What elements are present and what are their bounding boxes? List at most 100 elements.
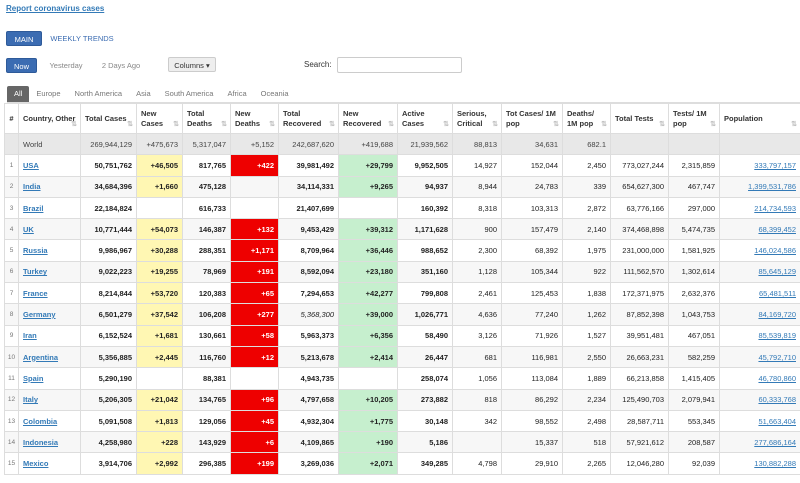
table-row: 1 USA 50,751,762 +46,505 817,765 +422 39,981,4…: [4, 154, 800, 177]
cell-new-recovered: +39,312: [338, 218, 398, 241]
weekly-trends-tab[interactable]: WEEKLY TRENDS: [48, 31, 116, 46]
cell-total-cases: 6,501,279: [80, 303, 137, 326]
now-button[interactable]: Now: [6, 58, 37, 73]
country-link[interactable]: India: [23, 182, 41, 191]
cell-active-cases: 5,186: [397, 431, 453, 454]
cell-country-other[interactable]: Spain: [18, 367, 81, 390]
cell-tot-cases-1m-pop: 105,344: [501, 260, 563, 284]
country-link[interactable]: Germany: [23, 310, 56, 319]
column-header[interactable]: New Recovered ⇅: [338, 103, 398, 134]
cell-country-other[interactable]: Argentina: [18, 345, 81, 369]
table-row: 7 France 8,214,844 +53,720 120,383 +65 7,294,6…: [4, 282, 800, 305]
two-days-ago-button[interactable]: 2 Days Ago: [97, 58, 145, 73]
region-tab-europe[interactable]: Europe: [29, 86, 67, 102]
column-header[interactable]: Tot Cases/ 1M pop ⇅: [501, 103, 563, 134]
cell-country-other[interactable]: USA: [18, 154, 81, 177]
cell-country-other[interactable]: Italy: [18, 388, 81, 411]
column-header[interactable]: Total Deaths ⇅: [182, 103, 231, 134]
cell-serious-critical: 681: [452, 345, 502, 369]
country-link[interactable]: Argentina: [23, 353, 58, 362]
cell-tot-cases-1m-pop: 68,392: [501, 239, 563, 262]
main-tab-button[interactable]: MAIN: [6, 31, 42, 46]
country-link[interactable]: Indonesia: [23, 438, 58, 447]
column-header[interactable]: Total Cases ⇅: [80, 103, 137, 134]
cell-active-cases: 799,808: [397, 282, 453, 305]
cell-new-deaths: +277: [230, 303, 279, 326]
country-link[interactable]: USA: [23, 161, 39, 170]
country-link[interactable]: UK: [23, 225, 34, 234]
cell-country-other[interactable]: Indonesia: [18, 431, 81, 454]
cell-new-deaths: +65: [230, 282, 279, 305]
cell-active-cases: 351,160: [397, 260, 453, 284]
country-link[interactable]: Italy: [23, 395, 38, 404]
cell-deaths-1m-pop: 1,527: [562, 324, 611, 347]
cell-country-other[interactable]: France: [18, 282, 81, 305]
column-header[interactable]: #: [4, 103, 19, 134]
region-tab-south-america[interactable]: South America: [158, 86, 221, 102]
cell-country-other[interactable]: India: [18, 175, 81, 198]
cell-new-cases: +2,992: [136, 452, 183, 475]
country-link[interactable]: Brazil: [23, 204, 43, 213]
region-tab-all[interactable]: All: [7, 86, 30, 102]
yesterday-button[interactable]: Yesterday: [43, 58, 89, 73]
cell-country-other[interactable]: Iran: [18, 324, 81, 347]
cell-serious-critical: [452, 431, 502, 454]
cell-tot-cases-1m-pop: 98,552: [501, 409, 563, 433]
column-header[interactable]: Total Recovered ⇅: [278, 103, 339, 134]
column-header[interactable]: Serious, Critical ⇅: [452, 103, 502, 134]
country-link[interactable]: France: [23, 289, 48, 298]
cell-country-other[interactable]: Russia: [18, 239, 81, 262]
column-header[interactable]: New Cases ⇅: [136, 103, 183, 134]
columns-dropdown[interactable]: Columns ▾: [168, 57, 216, 72]
column-header[interactable]: Population ⇅: [719, 103, 800, 134]
sort-icon: ⇅: [492, 121, 498, 128]
column-header[interactable]: Total Tests ⇅: [610, 103, 669, 134]
cell-population: 60,333,768: [719, 388, 800, 411]
country-link[interactable]: Russia: [23, 246, 48, 255]
cell-total-deaths: 5,317,047: [182, 132, 231, 156]
table-row: 3 Brazil 22,184,824 616,733 21,407,699 160,39…: [4, 196, 800, 220]
region-tab-oceania[interactable]: Oceania: [254, 86, 296, 102]
country-link[interactable]: Turkey: [23, 267, 47, 276]
cell-country-other[interactable]: Germany: [18, 303, 81, 326]
cell-active-cases: 349,285: [397, 452, 453, 475]
cell-total-tests: 111,562,570: [610, 260, 669, 284]
cell-deaths-1m-pop: 1,975: [562, 239, 611, 262]
cell-tests-1m-pop: 2,315,859: [668, 154, 720, 177]
cell-new-recovered: +6,356: [338, 324, 398, 347]
cell-country-other[interactable]: Turkey: [18, 260, 81, 284]
column-header[interactable]: Tests/ 1M pop ⇅: [668, 103, 720, 134]
search-input[interactable]: [337, 57, 462, 73]
cell-country-other: World: [18, 132, 81, 156]
region-tab-asia[interactable]: Asia: [129, 86, 158, 102]
column-header[interactable]: Deaths/ 1M pop ⇅: [562, 103, 611, 134]
cell-: [4, 132, 19, 156]
cell-deaths-1m-pop: 1,838: [562, 282, 611, 305]
cell-total-recovered: 21,407,699: [278, 196, 339, 220]
column-header[interactable]: Active Cases ⇅: [397, 103, 453, 134]
report-cases-link[interactable]: Report coronavirus cases: [6, 4, 104, 13]
cell-active-cases: 21,939,562: [397, 132, 453, 156]
country-link[interactable]: Colombia: [23, 417, 57, 426]
cell-total-deaths: 616,733: [182, 196, 231, 220]
column-header[interactable]: New Deaths ⇅: [230, 103, 279, 134]
cell-new-cases: +19,255: [136, 260, 183, 284]
region-tab-africa[interactable]: Africa: [220, 86, 253, 102]
sort-icon: ⇅: [791, 121, 797, 128]
country-link[interactable]: Iran: [23, 331, 37, 340]
cell-tot-cases-1m-pop: 29,910: [501, 452, 563, 475]
cell-new-deaths: [230, 196, 279, 220]
country-link[interactable]: Mexico: [23, 459, 48, 468]
cell-population: 214,734,593: [719, 196, 800, 220]
cell-new-recovered: +29,799: [338, 154, 398, 177]
cell-country-other[interactable]: Brazil: [18, 196, 81, 220]
cell-population: 85,645,129: [719, 260, 800, 284]
cell-tot-cases-1m-pop: 15,337: [501, 431, 563, 454]
cell-country-other[interactable]: UK: [18, 218, 81, 241]
region-tab-north-america[interactable]: North America: [68, 86, 130, 102]
cell-country-other[interactable]: Mexico: [18, 452, 81, 475]
country-link[interactable]: Spain: [23, 374, 43, 383]
cell-country-other[interactable]: Colombia: [18, 409, 81, 433]
cell-: 5: [4, 239, 19, 262]
column-header[interactable]: Country, Other ⇅: [18, 103, 81, 134]
